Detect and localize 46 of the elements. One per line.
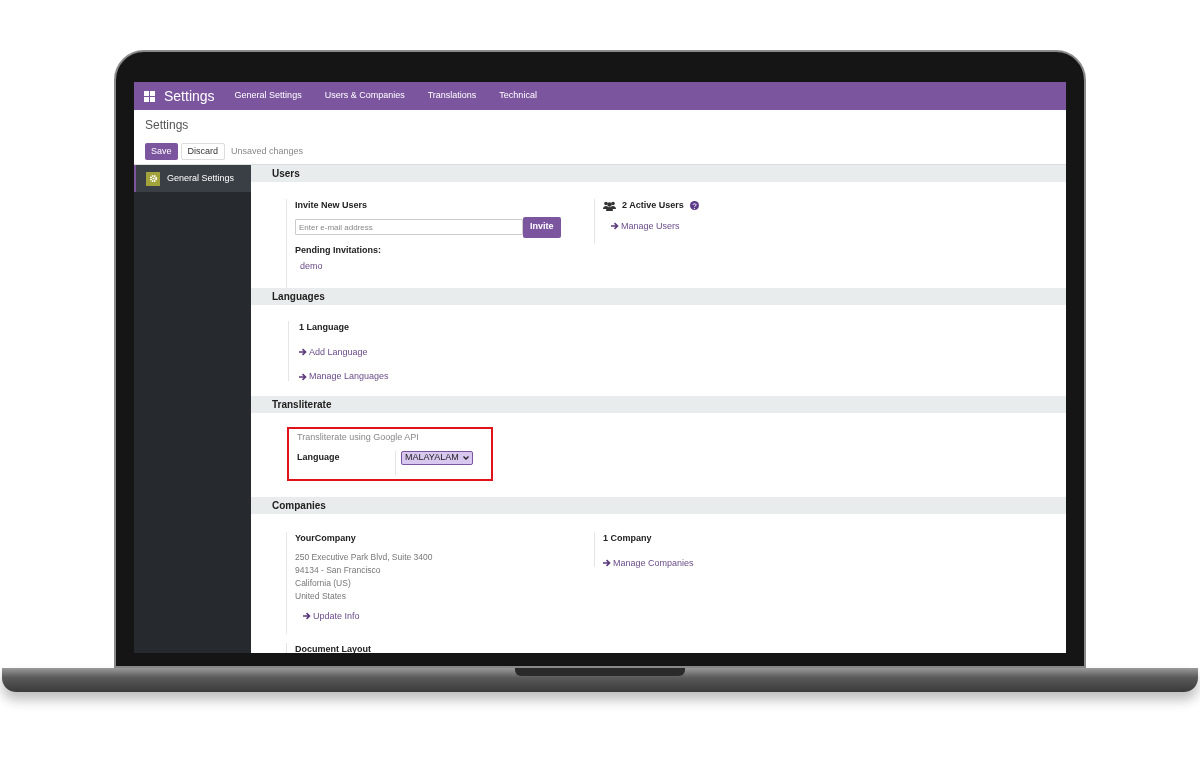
arrow-right-icon [603,559,611,568]
arrow-right-icon [303,612,311,621]
section-title: Companies [272,499,326,513]
invite-button[interactable]: Invite [523,216,561,238]
pending-invitation-link[interactable]: demo [300,260,594,274]
field-label: Pending Invitations: [295,243,382,257]
address-line: 94134 - San Francisco [295,563,382,577]
save-button[interactable]: Save [145,143,178,160]
language-count: 1 Language [299,321,350,334]
section-title: Transliterate [272,398,332,412]
sidebar-item[interactable]: General Settings [134,165,251,192]
menu-item[interactable]: Technical [499,89,537,103]
menu-item[interactable]: Translations [427,89,477,103]
language-select[interactable]: MALAYALAM [401,450,473,465]
menu-item[interactable]: Users & Companies [324,89,405,103]
link[interactable]: Manage Users [611,219,699,233]
apps-grid-icon[interactable] [144,90,155,102]
active-users-count: 2 Active Users [622,199,684,212]
help-icon[interactable] [689,201,699,211]
arrow-right-icon [299,348,307,357]
menu-item[interactable]: General Settings [234,89,302,103]
arrow-right-icon [611,222,619,231]
arrow-right-icon [299,372,307,381]
email-input-field[interactable]: Enter e-mail address [295,219,523,235]
field-label: Language [297,450,341,464]
section-subtitle: Document Layout [295,643,372,653]
link[interactable]: Update Info [303,609,594,623]
caret-icon [462,455,469,460]
company-count: 1 Company [603,532,653,545]
section-title: Users [272,167,300,181]
app-title: Settings [164,86,215,106]
field-description: Transliterate using Google API [297,431,420,444]
link[interactable]: Manage Companies [603,556,694,570]
link[interactable]: Manage Languages [299,370,389,384]
field-label: Invite New Users [295,199,369,212]
discard-button[interactable]: Discard [180,143,226,160]
gear-icon [146,171,160,186]
address-line: 250 Executive Park Blvd, Suite 3400 [295,550,434,564]
link[interactable]: Add Language [299,345,389,359]
company-name: YourCompany [295,532,357,545]
users-group-icon [603,200,616,211]
address-line: United States [295,589,348,603]
address-line: California (US) [295,576,352,590]
breadcrumb: Settings [145,118,190,133]
unsaved-status: Unsaved changes [231,144,304,158]
section-title: Languages [272,290,325,304]
